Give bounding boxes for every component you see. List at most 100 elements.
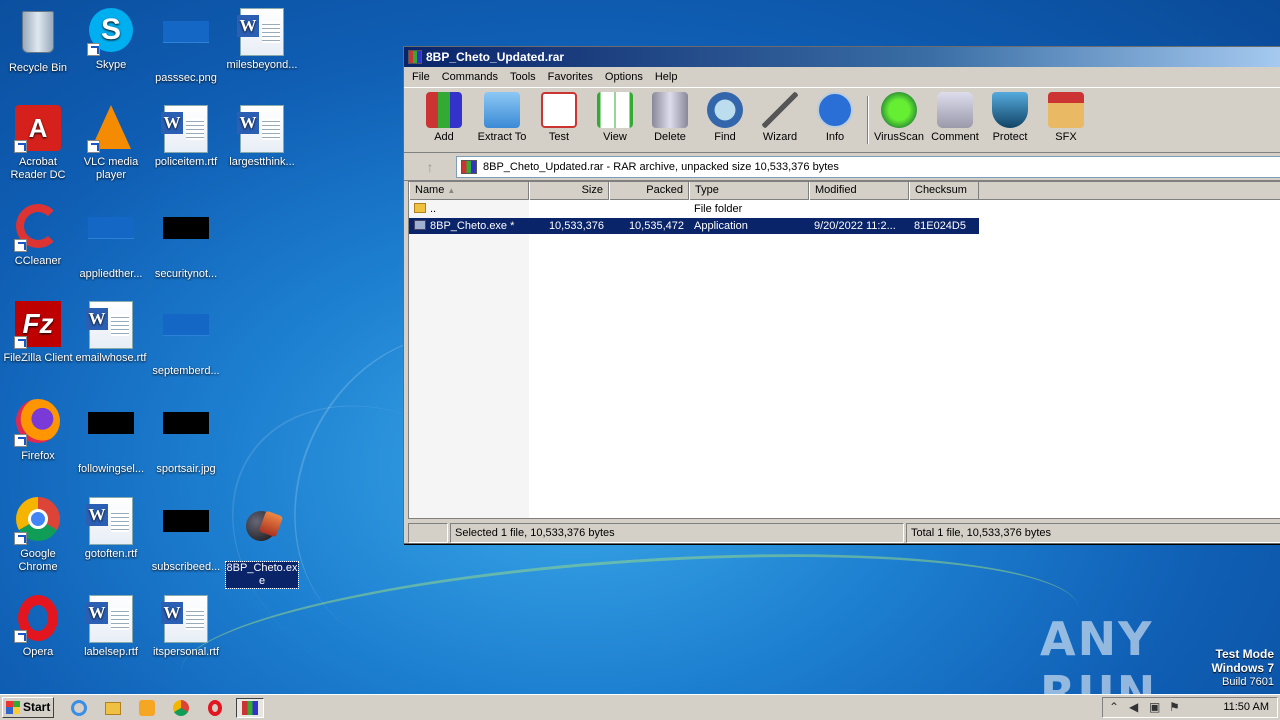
desktop-icon-emailwhose[interactable]: emailwhose.rtf — [73, 301, 149, 365]
wizard-button[interactable]: Wizard — [752, 92, 808, 143]
desktop-icon-largestthink[interactable]: largestthink... — [224, 105, 300, 169]
book-view-icon — [597, 92, 633, 128]
cell-size: 10,533,376 — [548, 220, 604, 232]
clipboard-check-icon — [541, 92, 577, 128]
find-button[interactable]: Find — [697, 92, 753, 143]
clock[interactable]: 11:50 AM — [1223, 698, 1269, 717]
desktop-icon-firefox[interactable]: Firefox — [0, 399, 76, 463]
opera-taskbar-icon[interactable] — [204, 698, 226, 718]
recycle-bin-icon — [14, 11, 62, 59]
info-button[interactable]: Info — [807, 92, 863, 143]
media-player-taskbar-icon[interactable] — [136, 698, 158, 718]
menu-tools[interactable]: Tools — [504, 67, 542, 87]
view-button[interactable]: View — [587, 92, 643, 143]
list-header: Name ▲ Size Packed Type Modified Checksu… — [409, 182, 1280, 200]
column-header-size[interactable]: Size — [529, 182, 609, 200]
menu-file[interactable]: File — [406, 67, 436, 87]
word-document-icon — [161, 105, 210, 153]
desktop-icon-label: Recycle Bin — [8, 62, 68, 74]
winrar-taskbar-button[interactable] — [236, 698, 264, 718]
add-button[interactable]: Add — [416, 92, 472, 143]
desktop-icon-followingsel[interactable]: followingsel... — [73, 399, 149, 476]
word-document-icon — [86, 497, 135, 545]
desktop-icon-milesbeyond[interactable]: milesbeyond... — [224, 8, 300, 72]
desktop-icon-vlc[interactable]: VLC media player — [73, 105, 149, 182]
test-mode-watermark: Test Mode Windows 7 Build 7601 — [1211, 648, 1274, 689]
desktop-icon-securitynot[interactable]: securitynot... — [148, 204, 224, 281]
desktop-icon-passsec[interactable]: passsec.png — [148, 8, 224, 85]
desktop-icon-chrome[interactable]: Google Chrome — [0, 497, 76, 574]
word-document-icon — [237, 105, 286, 153]
explorer-taskbar-icon[interactable] — [102, 698, 124, 718]
desktop-icon-skype[interactable]: S Skype — [73, 8, 149, 72]
start-button[interactable]: Start — [2, 697, 54, 718]
chrome-icon — [14, 497, 62, 545]
extract-to-button[interactable]: Extract To — [474, 92, 530, 143]
image-thumbnail-icon — [87, 412, 135, 460]
menu-help[interactable]: Help — [649, 67, 684, 87]
ie-taskbar-icon[interactable] — [68, 698, 90, 718]
window-titlebar[interactable]: 8BP_Cheto_Updated.rar — [404, 47, 1280, 67]
archive-icon — [461, 160, 477, 174]
desktop-icon-policeitem[interactable]: policeitem.rtf — [148, 105, 224, 169]
list-item[interactable]: 8BP_Cheto.exe * 10,533,376 10,535,472 Ap… — [409, 218, 979, 234]
toolbar-label: SFX — [1055, 131, 1077, 143]
menu-commands[interactable]: Commands — [436, 67, 504, 87]
toolbar-separator — [867, 96, 869, 144]
image-thumbnail-icon — [162, 412, 210, 460]
column-header-modified[interactable]: Modified — [809, 182, 909, 200]
desktop-icon-label: Skype — [95, 59, 127, 71]
comment-button[interactable]: Comment — [927, 92, 983, 143]
speaker-icon[interactable]: ◀ — [1129, 700, 1138, 714]
chrome-taskbar-icon[interactable] — [170, 698, 192, 718]
list-item[interactable]: .. File folder — [409, 201, 979, 217]
sfx-button[interactable]: SFX — [1038, 92, 1094, 143]
watermark-line3: Build 7601 — [1222, 676, 1274, 688]
menu-favorites[interactable]: Favorites — [542, 67, 599, 87]
virusscan-button[interactable]: VirusScan — [871, 92, 927, 143]
magnifier-icon — [707, 92, 743, 128]
desktop-icon-appliedther[interactable]: appliedther... — [73, 204, 149, 281]
column-header-name[interactable]: Name ▲ — [409, 182, 529, 200]
desktop-icon-8bp-cheto-exe[interactable]: 8BP_Cheto.exe — [224, 497, 300, 589]
desktop-icon-septemberd[interactable]: septemberd... — [148, 301, 224, 378]
toolbar-label: Protect — [992, 131, 1028, 143]
protect-button[interactable]: Protect — [982, 92, 1038, 143]
desktop-icon-acrobat[interactable]: A Acrobat Reader DC — [0, 105, 76, 182]
sfx-box-icon — [1048, 92, 1084, 128]
toolbar-label: Extract To — [477, 131, 527, 143]
desktop-icon-subscribeed[interactable]: subscribeed... — [148, 497, 224, 574]
desktop-icon-filezilla[interactable]: Fz FileZilla Client — [0, 301, 76, 365]
column-header-checksum[interactable]: Checksum — [909, 182, 979, 200]
desktop-icon-sportsair[interactable]: sportsair.jpg — [148, 399, 224, 476]
drive-key-icon[interactable] — [408, 523, 448, 543]
desktop-icon-opera[interactable]: Opera — [0, 595, 76, 659]
delete-button[interactable]: Delete — [642, 92, 698, 143]
column-header-type[interactable]: Type — [689, 182, 809, 200]
folder-icon — [414, 203, 426, 213]
cell-type: Application — [694, 220, 748, 232]
desktop-icon-recycle-bin[interactable]: Recycle Bin — [0, 8, 76, 75]
up-arrow-icon[interactable]: ↑ — [412, 157, 448, 177]
desktop-icon-labelsep[interactable]: labelsep.rtf — [73, 595, 149, 659]
address-field[interactable]: 8BP_Cheto_Updated.rar - RAR archive, unp… — [456, 156, 1280, 178]
desktop-icon-label: 8BP_Cheto.exe — [225, 561, 299, 589]
application-icon — [414, 220, 426, 230]
toolbar-label: Wizard — [762, 131, 798, 143]
desktop-icon-gotoften[interactable]: gotoften.rtf — [73, 497, 149, 561]
desktop-icon-ccleaner[interactable]: CCleaner — [0, 204, 76, 268]
desktop-icon-itspersonal[interactable]: itspersonal.rtf — [148, 595, 224, 659]
toolbar-label: Delete — [654, 131, 686, 143]
desktop-icon-label: passsec.png — [155, 72, 217, 84]
test-button[interactable]: Test — [531, 92, 587, 143]
show-hidden-icons[interactable]: ⌃ — [1109, 700, 1119, 714]
vlc-icon — [87, 105, 135, 153]
action-center-flag-icon[interactable]: ⚑ — [1169, 700, 1180, 714]
bomb-application-icon — [238, 510, 286, 559]
menu-options[interactable]: Options — [599, 67, 649, 87]
network-icon[interactable]: ▣ — [1149, 700, 1160, 714]
column-header-packed[interactable]: Packed — [609, 182, 689, 200]
word-document-icon — [161, 595, 210, 643]
word-document-icon — [86, 595, 135, 643]
toolbar-label: VirusScan — [874, 131, 924, 143]
